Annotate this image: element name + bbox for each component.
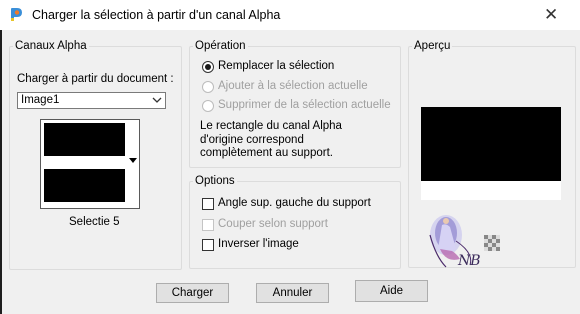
radio-add-label[interactable]: Ajouter à la sélection actuelle [218, 80, 368, 92]
options-legend: Options [195, 175, 235, 187]
checkbox-top-left-label[interactable]: Angle sup. gauche du support [218, 197, 371, 209]
radio-replace-selection[interactable] [202, 61, 214, 73]
cancel-button[interactable]: Annuler [256, 283, 329, 303]
preview-mask-white [421, 181, 561, 200]
description-line-3: complètement au support. [200, 147, 333, 159]
close-icon[interactable]: ✕ [544, 5, 558, 25]
checkbox-invert-label[interactable]: Inverser l'image [218, 238, 299, 250]
channel-thumbnail-top [44, 123, 125, 156]
radio-subtract-label[interactable]: Supprimer de la sélection actuelle [218, 99, 391, 111]
operation-description: Le rectangle du canal Alpha d'origine co… [200, 120, 342, 161]
checkbox-crop-to-canvas[interactable] [202, 219, 214, 231]
chevron-down-icon [152, 97, 162, 103]
watermark-logo: NB [429, 215, 500, 269]
window-title: Charger la sélection à partir d'un canal… [32, 8, 281, 22]
description-line-2: d'origine correspond [200, 133, 304, 146]
radio-add-selection[interactable] [202, 81, 214, 93]
preview-mask-black [421, 107, 561, 181]
window-edge [0, 30, 2, 314]
radio-replace-label[interactable]: Remplacer la sélection [218, 60, 334, 72]
checkbox-crop-label[interactable]: Couper selon support [218, 218, 328, 230]
help-button[interactable]: Aide [355, 280, 428, 302]
load-from-document-label: Charger à partir du document : [17, 73, 174, 85]
checkbox-invert-image[interactable] [202, 239, 214, 251]
channel-name: Selectie 5 [69, 216, 120, 228]
paint-shop-pro-icon [11, 8, 22, 21]
checkbox-top-left-corner[interactable] [202, 198, 214, 210]
document-dropdown-value: Image1 [21, 94, 60, 106]
alpha-channels-legend: Canaux Alpha [15, 40, 87, 52]
description-line-1: Le rectangle du canal Alpha [200, 120, 342, 132]
channel-thumbnail-bottom [44, 169, 125, 202]
load-button[interactable]: Charger [156, 283, 229, 303]
radio-selected-dot [205, 64, 211, 70]
preview-legend: Aperçu [414, 40, 451, 52]
radio-subtract-selection[interactable] [202, 100, 214, 112]
watermark-text: NB [457, 253, 481, 269]
caret-down-icon[interactable] [129, 158, 137, 163]
channel-thumbnail-dropdown[interactable] [40, 119, 140, 209]
document-dropdown[interactable]: Image1 [17, 92, 166, 109]
operation-legend: Opération [195, 40, 246, 52]
